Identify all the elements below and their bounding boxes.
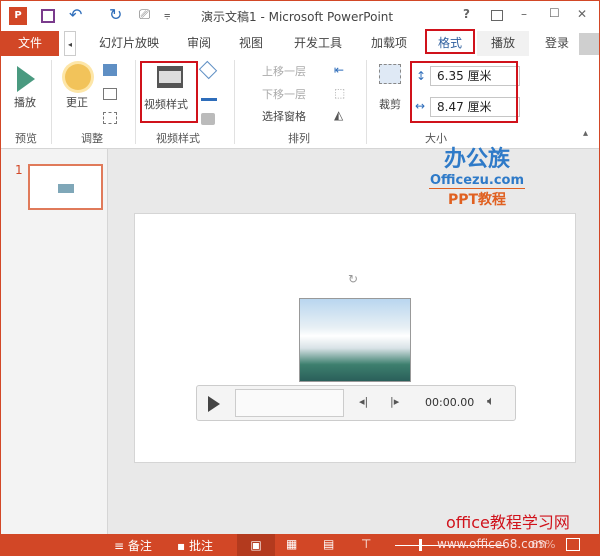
send-backward-button[interactable]: 下移一层 <box>246 86 306 102</box>
group-adjust-label: 调整 <box>81 132 103 145</box>
group-icon[interactable]: ⬚ <box>334 86 345 100</box>
watermark-logo: 办公族 Officezu.com PPT教程 <box>429 147 525 208</box>
corrections-button[interactable]: 更正 <box>66 94 88 110</box>
crop-button[interactable]: 裁剪 <box>379 96 401 112</box>
play-button[interactable]: 播放 <box>14 94 36 110</box>
reset-design-icon[interactable] <box>103 112 117 124</box>
corrections-icon <box>65 64 91 90</box>
video-frame[interactable] <box>299 298 411 382</box>
play-pause-icon[interactable] <box>208 396 220 412</box>
notes-button[interactable]: ≡ 备注 <box>114 537 152 554</box>
tab-slideshow[interactable]: 幻灯片放映 <box>93 31 165 56</box>
tab-review[interactable]: 审阅 <box>181 31 217 56</box>
group-arrange-label: 排列 <box>288 132 310 145</box>
window-title: 演示文稿1 - Microsoft PowerPoint <box>201 10 394 24</box>
tab-view[interactable]: 视图 <box>233 31 269 56</box>
format-tab-highlight <box>425 29 475 54</box>
ribbon-tabs: 文件 ◂ 幻灯片放映 审阅 视图 开发工具 加载项 格式 播放 登录 <box>1 29 599 56</box>
comments-button[interactable]: ▪ 批注 <box>177 537 213 554</box>
zoom-level[interactable]: 65% <box>531 538 555 551</box>
tabs-scroll-left[interactable]: ◂ <box>64 31 76 56</box>
minimize-button[interactable]: – <box>521 7 527 21</box>
bring-forward-button[interactable]: 上移一层 <box>246 63 306 79</box>
normal-view-button[interactable]: ▣ <box>237 534 275 556</box>
group-video-styles-label: 视频样式 <box>156 132 200 145</box>
video-effects-icon[interactable] <box>201 113 215 125</box>
time-display: 00:00.00 <box>425 396 475 409</box>
video-shape-icon[interactable] <box>198 60 218 80</box>
crop-icon <box>379 64 401 84</box>
watermark-bottom: office教程学习网 <box>446 513 570 532</box>
maximize-button[interactable]: ☐ <box>549 6 560 20</box>
reading-view-button[interactable]: ▤ <box>323 537 334 551</box>
volume-icon[interactable]: 🔈︎ <box>487 394 495 409</box>
size-highlight <box>410 61 518 123</box>
tab-playback[interactable]: 播放 <box>477 31 529 56</box>
customize-icon[interactable]: ⩦ <box>164 8 170 22</box>
video-player-bar: ◂| |▸ 00:00.00 🔈︎ <box>196 385 516 421</box>
color-icon[interactable] <box>103 64 117 76</box>
save-icon[interactable] <box>41 9 55 23</box>
skip-forward-icon[interactable]: |▸ <box>390 395 399 408</box>
status-bar: ≡ 备注 ▪ 批注 ▣ ▦ ▤ ⊤ www.office68.com 65% <box>1 534 599 556</box>
tab-developer[interactable]: 开发工具 <box>287 31 349 56</box>
tab-addins[interactable]: 加载项 <box>365 31 413 56</box>
ribbon-display-button[interactable] <box>491 10 503 21</box>
login-link[interactable]: 登录 <box>539 31 575 56</box>
rotate-icon[interactable]: ◭ <box>334 108 343 122</box>
slide-number: 1 <box>15 163 23 177</box>
avatar[interactable] <box>579 33 599 55</box>
selection-pane-button[interactable]: 选择窗格 <box>246 108 306 124</box>
undo-icon[interactable]: ↶ <box>69 5 82 24</box>
thumbnail-pane: 1 <box>1 149 108 534</box>
align-icon[interactable]: ⇤ <box>334 63 344 77</box>
fit-slide-icon[interactable] <box>566 538 580 551</box>
zoom-thumb[interactable] <box>419 539 422 551</box>
slide-sorter-button[interactable]: ▦ <box>286 537 297 551</box>
ribbon: 播放 预览 更正 调整 视频样式 视频样式 上移一层 下移一层 选择窗格 ⇤ ⬚… <box>1 56 599 149</box>
help-button[interactable]: ? <box>463 7 470 21</box>
progress-bar[interactable] <box>235 389 344 417</box>
slideshow-button[interactable]: ⊤ <box>361 537 371 551</box>
close-button[interactable]: ✕ <box>577 7 587 21</box>
title-bar: P ↶ ↻ ⎚ ⩦ 演示文稿1 - Microsoft PowerPoint ?… <box>1 1 599 31</box>
video-border-icon[interactable] <box>201 98 217 101</box>
poster-frame-icon[interactable] <box>103 88 117 100</box>
video-styles-highlight <box>140 61 198 123</box>
slide-thumbnail[interactable] <box>28 164 103 210</box>
presentation-icon[interactable]: ⎚ <box>139 7 150 23</box>
tab-file[interactable]: 文件 <box>1 31 59 56</box>
rotate-handle-icon[interactable]: ↻ <box>348 272 358 286</box>
redo-icon[interactable]: ↻ <box>109 5 122 24</box>
skip-back-icon[interactable]: ◂| <box>359 395 368 408</box>
group-preview-label: 预览 <box>15 132 37 145</box>
collapse-ribbon-icon[interactable]: ▴ <box>583 128 588 139</box>
powerpoint-logo-icon: P <box>9 7 27 25</box>
play-icon <box>17 66 35 92</box>
